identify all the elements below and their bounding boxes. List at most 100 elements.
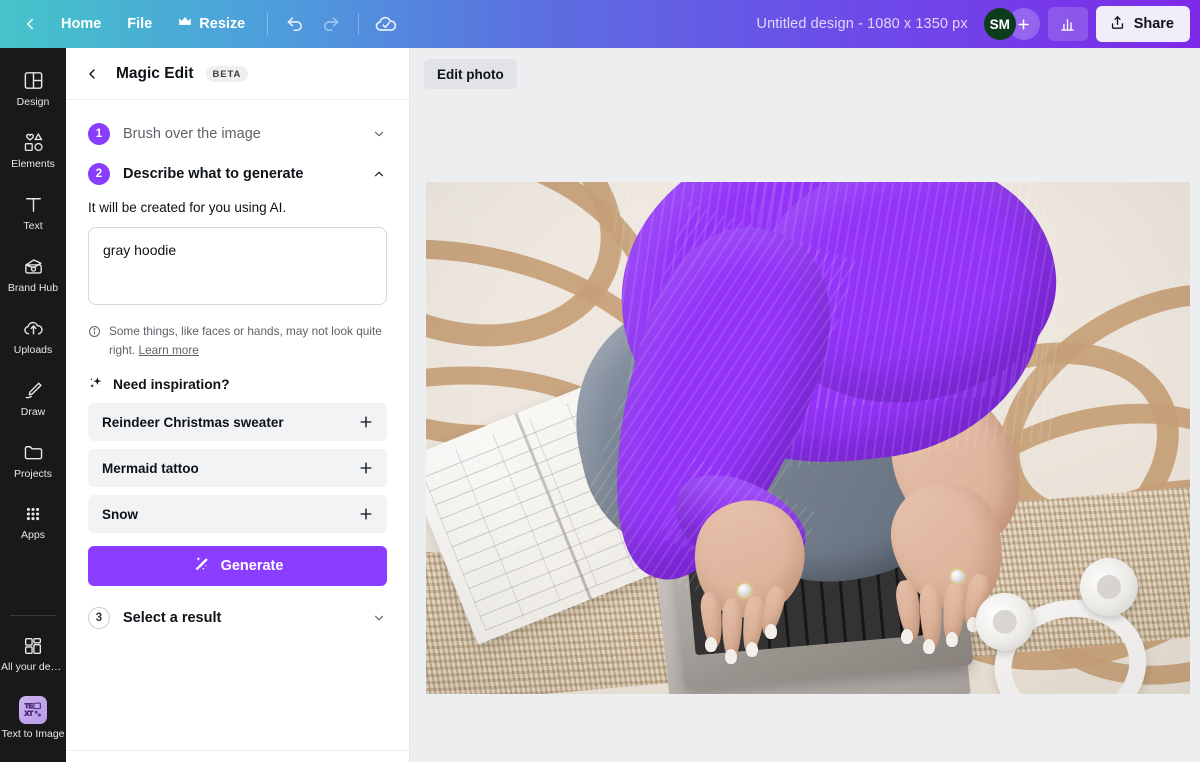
sidebar-item-elements[interactable]: Elements: [2, 122, 64, 178]
canvas-toolbar: Edit photo: [410, 48, 1200, 100]
left-sidebar: Design Elements Text Brand Hub Uploads D…: [0, 48, 66, 762]
design-page[interactable]: [426, 182, 1190, 694]
brand-hub-icon: [22, 255, 45, 278]
design-icon: [22, 69, 45, 92]
magic-wand-icon: [192, 555, 211, 578]
ring: [736, 582, 753, 599]
panel-content: 1 Brush over the image 2 Describe what t…: [66, 100, 409, 762]
sidebar-label-apps: Apps: [21, 529, 45, 541]
chevron-up-icon[interactable]: [371, 166, 387, 182]
beta-badge: BETA: [205, 65, 249, 82]
avatar[interactable]: SM: [983, 8, 1016, 40]
undo-icon[interactable]: [277, 7, 313, 41]
draw-icon: [22, 379, 45, 402]
toolbar-divider-2: [358, 13, 360, 35]
suggestion-label: Snow: [102, 506, 138, 522]
sidebar-label-all-your-designs: All your desi...: [1, 661, 65, 673]
chevron-down-icon[interactable]: [371, 126, 387, 142]
ring: [949, 568, 966, 585]
sidebar-label-elements: Elements: [11, 158, 55, 170]
svg-text:TE: TE: [25, 703, 33, 710]
prompt-input[interactable]: [88, 227, 387, 305]
inspiration-heading-label: Need inspiration?: [113, 377, 230, 392]
sidebar-divider: [10, 615, 56, 616]
suggestion-label: Mermaid tattoo: [102, 460, 199, 476]
inspiration-heading: Need inspiration?: [88, 375, 387, 394]
edit-photo-button[interactable]: Edit photo: [424, 59, 517, 89]
sidebar-label-text: Text: [23, 220, 43, 232]
cloud-saved-icon[interactable]: [368, 7, 404, 41]
fingernail: [765, 624, 777, 639]
toolbar-divider-1: [267, 13, 269, 35]
resize-label: Resize: [199, 16, 246, 32]
photo-element[interactable]: [426, 182, 1190, 694]
elements-icon: [22, 131, 45, 154]
sidebar-item-text[interactable]: Text: [2, 184, 64, 240]
top-bar: Home File Resize Untitled design - 1080 …: [0, 0, 1200, 48]
home-label: Home: [61, 16, 102, 32]
svg-text:XT: XT: [25, 711, 33, 718]
step-brush-over-image[interactable]: 1 Brush over the image: [88, 114, 387, 154]
projects-icon: [22, 441, 45, 464]
file-label: File: [127, 16, 153, 32]
canvas-stage[interactable]: [410, 100, 1200, 762]
apps-icon: [22, 503, 44, 525]
step-describe-what-to-generate[interactable]: 2 Describe what to generate: [88, 154, 387, 194]
generate-label: Generate: [220, 558, 284, 574]
text-to-image-icon: TE XT: [19, 696, 47, 724]
suggestion-item[interactable]: Snow: [88, 495, 387, 533]
step-3-badge: 3: [88, 607, 110, 629]
plus-icon[interactable]: [357, 505, 375, 523]
back-arrow-icon[interactable]: [12, 7, 48, 41]
sidebar-label-design: Design: [16, 96, 50, 108]
share-button[interactable]: Share: [1095, 6, 1190, 42]
all-designs-icon: [22, 635, 44, 657]
canva-editor: Home File Resize Untitled design - 1080 …: [0, 0, 1200, 762]
redo-icon[interactable]: [313, 7, 349, 41]
sidebar-label-draw: Draw: [20, 406, 46, 418]
file-button[interactable]: File: [114, 7, 165, 41]
panel-footer-divider: [66, 750, 409, 751]
sidebar-item-draw[interactable]: Draw: [2, 370, 64, 426]
learn-more-link[interactable]: Learn more: [139, 343, 199, 357]
fingernail: [705, 637, 717, 652]
sidebar-item-text-to-image[interactable]: TE XT Text to Image: [1, 687, 65, 748]
share-label: Share: [1133, 16, 1174, 32]
sidebar-item-design[interactable]: Design: [2, 60, 64, 116]
step-3-title: Select a result: [123, 610, 222, 626]
share-upload-icon: [1109, 14, 1126, 35]
ai-disclaimer: Some things, like faces or hands, may no…: [88, 322, 387, 360]
uploads-icon: [22, 317, 45, 340]
sidebar-bottom-group: All your desi... TE XT Text to Image: [0, 609, 66, 762]
sidebar-item-all-your-designs[interactable]: All your desi...: [1, 626, 65, 681]
step-2-title: Describe what to generate: [123, 166, 304, 182]
info-icon: [88, 325, 102, 360]
canvas-area: Edit photo: [410, 48, 1200, 762]
sidebar-item-uploads[interactable]: Uploads: [2, 308, 64, 364]
suggestion-item[interactable]: Mermaid tattoo: [88, 449, 387, 487]
sidebar-item-brand-hub[interactable]: Brand Hub: [2, 246, 64, 302]
resize-button[interactable]: Resize: [165, 7, 258, 41]
top-bar-left-group: Home File Resize: [12, 7, 404, 41]
fingernail: [901, 629, 913, 644]
chevron-down-icon[interactable]: [371, 610, 387, 626]
panel-title: Magic Edit: [116, 64, 194, 82]
sidebar-item-projects[interactable]: Projects: [2, 432, 64, 488]
sidebar-label-text-to-image: Text to Image: [1, 728, 65, 740]
home-button[interactable]: Home: [48, 7, 114, 41]
fingernail: [923, 639, 935, 654]
sidebar-item-apps[interactable]: Apps: [2, 494, 64, 549]
panel-back-icon[interactable]: [84, 62, 104, 86]
plus-icon[interactable]: [357, 459, 375, 477]
fingernail: [946, 632, 958, 647]
fingernail: [746, 642, 758, 657]
insights-chart-icon[interactable]: [1047, 7, 1088, 41]
crown-icon: [178, 16, 192, 32]
suggestion-item[interactable]: Reindeer Christmas sweater: [88, 403, 387, 441]
generate-button[interactable]: Generate: [88, 546, 387, 586]
step-select-a-result[interactable]: 3 Select a result: [88, 598, 387, 638]
sparkle-icon: [88, 375, 104, 394]
plus-icon[interactable]: [357, 413, 375, 431]
sidebar-label-projects: Projects: [14, 468, 52, 480]
design-title[interactable]: Untitled design - 1080 x 1350 px: [747, 16, 978, 32]
